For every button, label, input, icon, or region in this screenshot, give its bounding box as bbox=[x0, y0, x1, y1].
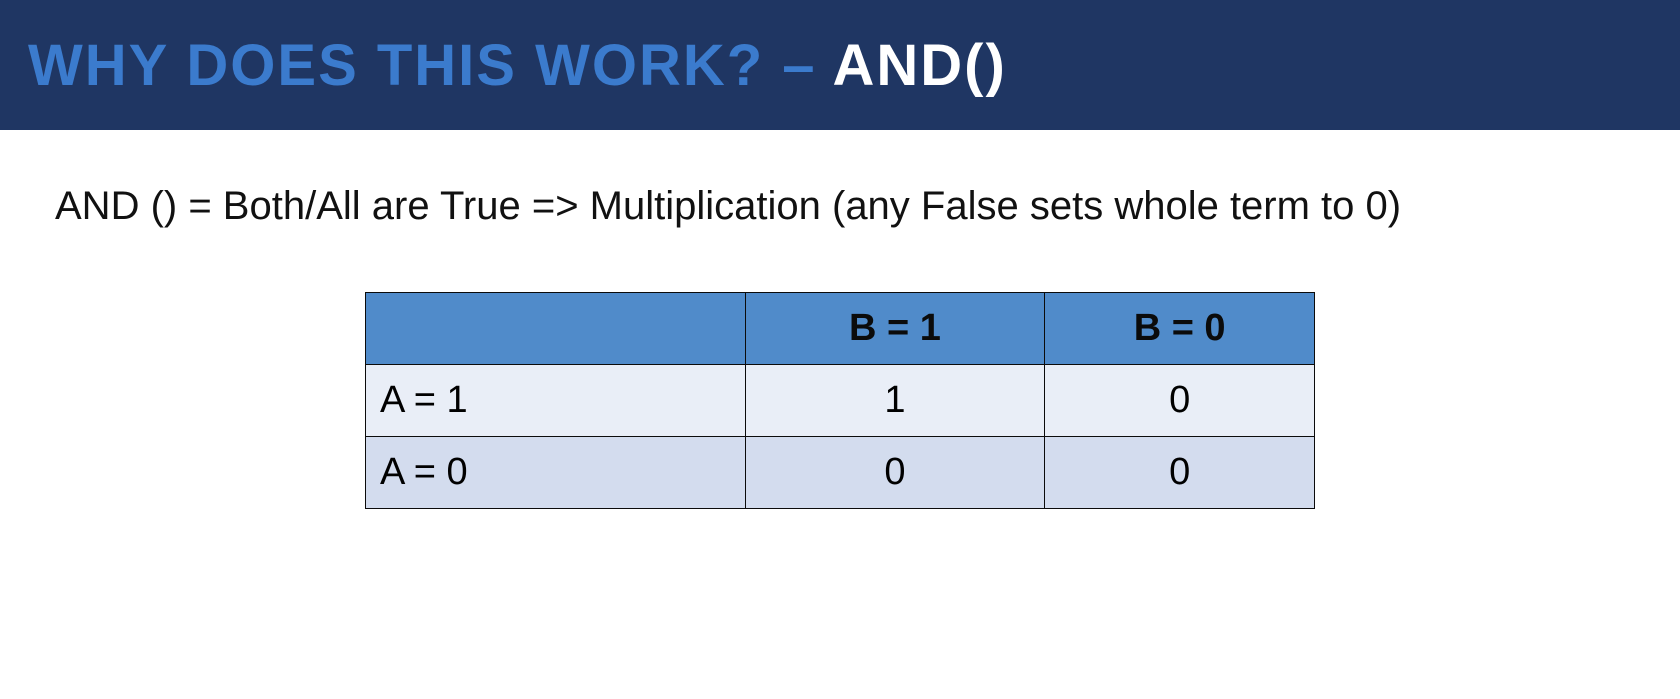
table-row: A = 0 0 0 bbox=[366, 437, 1315, 509]
truth-table: B = 1 B = 0 A = 1 1 0 A = 0 0 0 bbox=[365, 292, 1315, 509]
table-corner-cell bbox=[366, 293, 746, 365]
table-header-row: B = 1 B = 0 bbox=[366, 293, 1315, 365]
table-cell: 1 bbox=[745, 365, 1045, 437]
table-row: A = 1 1 0 bbox=[366, 365, 1315, 437]
slide-title-accent: AND() bbox=[833, 33, 1007, 98]
table-cell: 0 bbox=[745, 437, 1045, 509]
slide-title: WHY DOES THIS WORK? – AND() bbox=[28, 32, 1007, 99]
table-row-label: A = 0 bbox=[366, 437, 746, 509]
table-cell: 0 bbox=[1045, 437, 1315, 509]
explanation-text: AND () = Both/All are True => Multiplica… bbox=[55, 180, 1640, 232]
table-cell: 0 bbox=[1045, 365, 1315, 437]
slide-title-main: WHY DOES THIS WORK? – bbox=[28, 33, 833, 98]
table-row-label: A = 1 bbox=[366, 365, 746, 437]
slide-title-bar: WHY DOES THIS WORK? – AND() bbox=[0, 0, 1680, 130]
table-col-header: B = 0 bbox=[1045, 293, 1315, 365]
table-col-header: B = 1 bbox=[745, 293, 1045, 365]
